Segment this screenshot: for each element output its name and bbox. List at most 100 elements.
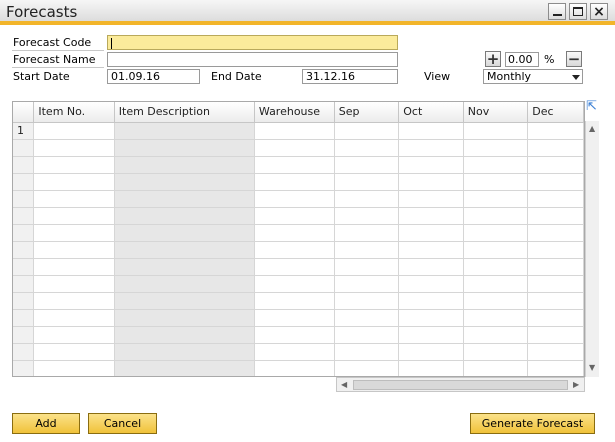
maximize-button[interactable]: [569, 3, 587, 20]
column-header-warehouse[interactable]: Warehouse: [254, 102, 335, 123]
column-header-sep[interactable]: Sep: [334, 102, 400, 123]
grid-cell[interactable]: [334, 292, 400, 310]
grid-cell[interactable]: [334, 190, 400, 208]
grid-cell[interactable]: [114, 360, 255, 376]
grid-cell[interactable]: [398, 207, 464, 225]
scroll-down-icon[interactable]: ▼: [589, 363, 595, 372]
grid-cell[interactable]: [398, 360, 464, 376]
table-row[interactable]: [13, 173, 584, 191]
grid-cell[interactable]: [33, 309, 115, 327]
grid-cell[interactable]: [33, 241, 115, 259]
grid-cell[interactable]: [114, 156, 255, 174]
table-row[interactable]: [13, 326, 584, 344]
forecast-code-field[interactable]: [107, 35, 398, 50]
scroll-right-icon[interactable]: ▶: [573, 380, 579, 389]
add-button[interactable]: Add: [12, 413, 80, 434]
grid-cell[interactable]: [33, 190, 115, 208]
grid-cell[interactable]: [334, 156, 400, 174]
grid-cell[interactable]: [398, 156, 464, 174]
grid-cell[interactable]: [527, 207, 584, 225]
grid-cell[interactable]: [398, 343, 464, 361]
grid-cell[interactable]: [398, 190, 464, 208]
grid-cell[interactable]: [334, 258, 400, 276]
grid-cell[interactable]: [398, 224, 464, 242]
grid-cell[interactable]: [527, 190, 584, 208]
forecast-name-field[interactable]: [107, 52, 398, 67]
grid-cell[interactable]: [527, 258, 584, 276]
start-date-field[interactable]: 01.09.16: [107, 69, 200, 84]
grid-cell[interactable]: [33, 343, 115, 361]
grid-cell[interactable]: [334, 343, 400, 361]
grid-cell[interactable]: [33, 173, 115, 191]
scroll-up-icon[interactable]: ▲: [589, 124, 595, 133]
grid-cell[interactable]: [114, 241, 255, 259]
grid-cell[interactable]: [114, 190, 255, 208]
scroll-left-icon[interactable]: ◀: [341, 380, 347, 389]
table-row[interactable]: [13, 258, 584, 276]
grid-cell[interactable]: [254, 309, 335, 327]
grid-cell[interactable]: [33, 139, 115, 157]
grid-cell[interactable]: [527, 173, 584, 191]
grid-cell[interactable]: [527, 275, 584, 293]
grid-cell[interactable]: [33, 207, 115, 225]
grid-cell[interactable]: [527, 156, 584, 174]
grid-cell[interactable]: [463, 207, 529, 225]
column-header-item-description[interactable]: Item Description: [114, 102, 255, 123]
grid-cell[interactable]: [254, 258, 335, 276]
table-row[interactable]: [13, 292, 584, 310]
grid-cell[interactable]: [334, 207, 400, 225]
grid-cell[interactable]: [33, 360, 115, 376]
grid-cell[interactable]: [114, 275, 255, 293]
grid-cell[interactable]: [33, 224, 115, 242]
grid-cell[interactable]: [33, 275, 115, 293]
grid-cell[interactable]: [254, 173, 335, 191]
grid-cell[interactable]: [334, 326, 400, 344]
grid-cell[interactable]: [463, 343, 529, 361]
grid-cell[interactable]: [254, 343, 335, 361]
grid-cell[interactable]: [527, 343, 584, 361]
grid-cell[interactable]: [527, 326, 584, 344]
column-header-item-no[interactable]: Item No.: [33, 102, 115, 123]
grid-cell[interactable]: [398, 275, 464, 293]
grid-cell[interactable]: [33, 292, 115, 310]
grid-cell[interactable]: [334, 241, 400, 259]
table-row[interactable]: [13, 309, 584, 327]
expand-arrow-icon[interactable]: ⇱: [586, 100, 598, 113]
table-row[interactable]: [13, 207, 584, 225]
grid-cell[interactable]: [334, 309, 400, 327]
grid-cell[interactable]: [114, 173, 255, 191]
table-row[interactable]: [13, 190, 584, 208]
grid-cell[interactable]: [463, 122, 529, 140]
table-row[interactable]: [13, 275, 584, 293]
table-row[interactable]: [13, 241, 584, 259]
column-header-oct[interactable]: Oct: [398, 102, 464, 123]
grid-cell[interactable]: [254, 275, 335, 293]
grid-cell[interactable]: [463, 241, 529, 259]
grid-cell[interactable]: [527, 241, 584, 259]
grid-cell[interactable]: [33, 326, 115, 344]
grid-cell[interactable]: [463, 292, 529, 310]
grid-cell[interactable]: [114, 224, 255, 242]
grid-cell[interactable]: [114, 122, 255, 140]
grid-cell[interactable]: [254, 139, 335, 157]
grid-cell[interactable]: [398, 241, 464, 259]
grid-cell[interactable]: [33, 156, 115, 174]
grid-cell[interactable]: [254, 326, 335, 344]
view-select[interactable]: Monthly: [483, 69, 583, 84]
grid-cell[interactable]: [114, 326, 255, 344]
grid-cell[interactable]: [334, 275, 400, 293]
grid-cell[interactable]: [463, 139, 529, 157]
grid-cell[interactable]: [254, 360, 335, 376]
grid-cell[interactable]: [114, 258, 255, 276]
decrease-button[interactable]: −: [566, 51, 582, 67]
horizontal-scrollbar[interactable]: ◀ ▶: [336, 377, 585, 392]
grid-cell[interactable]: [398, 292, 464, 310]
grid-cell[interactable]: [398, 258, 464, 276]
grid-cell[interactable]: [398, 173, 464, 191]
column-header-dec[interactable]: Dec: [527, 102, 584, 123]
grid-cell[interactable]: [463, 326, 529, 344]
vertical-scrollbar[interactable]: ▲ ▼: [585, 121, 599, 377]
grid-cell[interactable]: [527, 139, 584, 157]
grid-cell[interactable]: [463, 224, 529, 242]
grid-cell[interactable]: [527, 224, 584, 242]
